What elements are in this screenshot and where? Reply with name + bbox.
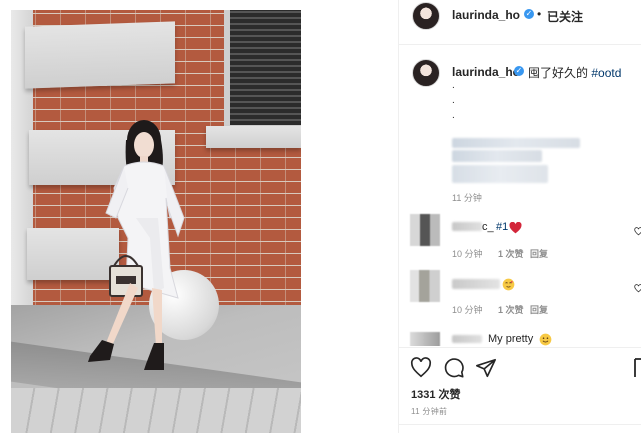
comment-avatar[interactable] [410,214,440,246]
panel-divider [398,0,399,433]
header-divider [398,44,641,45]
comment-2-time: 10 分钟 [452,305,483,315]
heart-outline-icon[interactable] [410,357,432,379]
comment-1-reply-button[interactable]: 回复 [530,247,548,260]
wall-panel [25,21,175,89]
comment-1-likes[interactable]: 1 次赞 [498,247,524,260]
header-avatar[interactable] [412,2,440,30]
comment-2-reply-button[interactable]: 回复 [530,303,548,316]
verified-badge-icon: ✓ [524,9,534,19]
hashtag-link[interactable]: #ootd [591,66,621,80]
verified-badge-icon: ✓ [514,66,524,76]
caption-text: 囤了好久的 #ootd [528,64,621,81]
comment-3-text: My pretty [488,333,534,345]
caption-time: 11 分钟 [452,193,482,203]
window-shutter [224,10,301,131]
actions-divider [398,347,641,348]
smile-emoji-icon [539,333,552,346]
comment-2-likes[interactable]: 1 次赞 [498,303,524,316]
blurred-text [452,138,580,148]
comment-1-time: 10 分钟 [452,249,483,259]
post-photo[interactable] [11,10,301,433]
woman-figure [88,120,185,370]
comment-1-user-suffix: c_ [482,221,494,233]
paving-stones [11,388,301,433]
caption-dot-2: . [452,95,455,106]
blurred-username [452,222,482,231]
comment-like-icon[interactable] [634,227,641,236]
footer-divider [398,424,641,425]
follow-status-button[interactable]: 已关注 [547,8,583,25]
comment-1-text[interactable]: #1 [496,221,508,233]
blurred-text [452,150,542,162]
comment-avatar[interactable] [410,270,440,302]
bookmark-icon[interactable] [633,357,641,379]
header-username[interactable]: laurinda_ho [452,8,520,22]
caption-dot-3: . [452,110,455,121]
caption-username[interactable]: laurinda_ho [452,65,520,79]
paper-plane-icon[interactable] [475,357,497,379]
comment-3-clip: My pretty [398,326,641,346]
red-heart-emoji-icon [509,222,522,234]
blurred-username [452,279,500,289]
blurred-text [452,165,548,183]
likes-count[interactable]: 1331 次赞 [411,386,461,402]
comment-bubble-icon[interactable] [443,357,465,379]
header-separator: • [537,7,542,21]
caption-avatar[interactable] [412,59,440,87]
post-time: 11 分钟前 [411,407,448,416]
caption-body: 囤了好久的 [528,66,592,80]
window-ledge [206,126,301,148]
blush-emoji-icon [502,278,515,291]
caption-dot-1: . [452,80,455,91]
comment-avatar[interactable] [410,332,440,346]
comment-like-icon[interactable] [634,284,641,293]
blurred-username [452,335,482,343]
